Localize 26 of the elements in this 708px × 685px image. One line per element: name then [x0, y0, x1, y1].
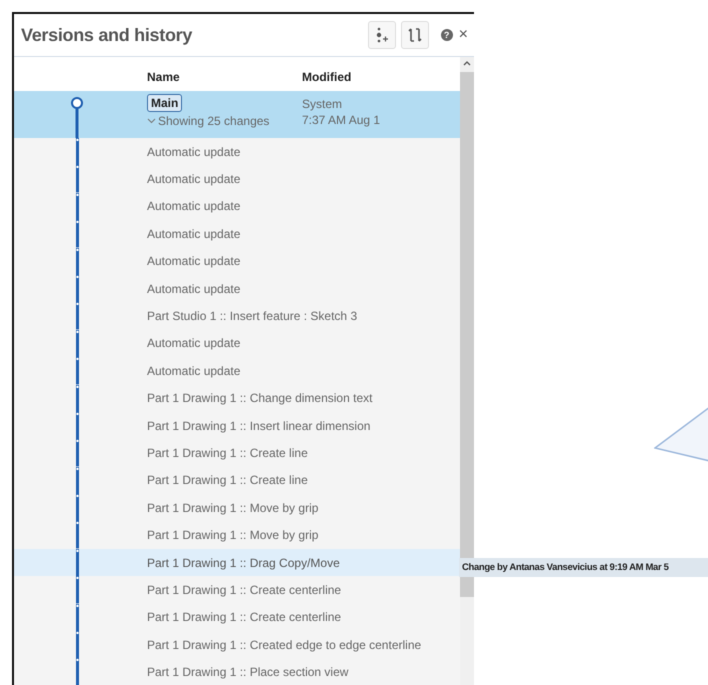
chevron-down-icon[interactable]: [147, 118, 156, 124]
change-name[interactable]: Automatic update: [147, 334, 240, 352]
change-name[interactable]: Automatic update: [147, 224, 240, 243]
change-name[interactable]: Automatic update: [147, 362, 240, 380]
compare-button[interactable]: [400, 21, 429, 49]
column-header: Name: [147, 69, 181, 86]
dots-plus-icon: [374, 27, 389, 43]
modified-by: System: [302, 96, 344, 112]
modified-time: 7:37 AM Aug 1: [302, 112, 380, 128]
change-name[interactable]: Automatic update: [147, 252, 240, 270]
branch-label[interactable]: Main: [147, 94, 182, 112]
column-header: Modified: [302, 69, 352, 86]
change-name[interactable]: Automatic update: [147, 142, 240, 161]
change-name[interactable]: Automatic update: [147, 170, 240, 188]
change-row[interactable]: Part 1 Drawing 1 :: Drag Copy/Move: [14, 548, 460, 576]
change-name[interactable]: Automatic update: [147, 280, 240, 298]
panel-title: Versions and history: [21, 24, 194, 47]
close-button[interactable]: ×: [458, 27, 468, 43]
version-row[interactable]: Main Showing 25 changes System 7:37 AM Aug 1: [14, 91, 460, 138]
tooltip: Change by Antanas Vansevicius at 9:19 AM Mar 5: [459, 558, 708, 577]
change-name[interactable]: Automatic update: [147, 197, 240, 216]
create-version-button[interactable]: [368, 21, 396, 49]
change-name[interactable]: Part 1 Drawing 1 :: Drag Copy/Move: [147, 554, 340, 572]
changes-toggle[interactable]: Showing 25 changes: [158, 112, 270, 130]
swap-arrows-icon: [406, 27, 423, 43]
help-icon[interactable]: ?: [440, 29, 453, 41]
